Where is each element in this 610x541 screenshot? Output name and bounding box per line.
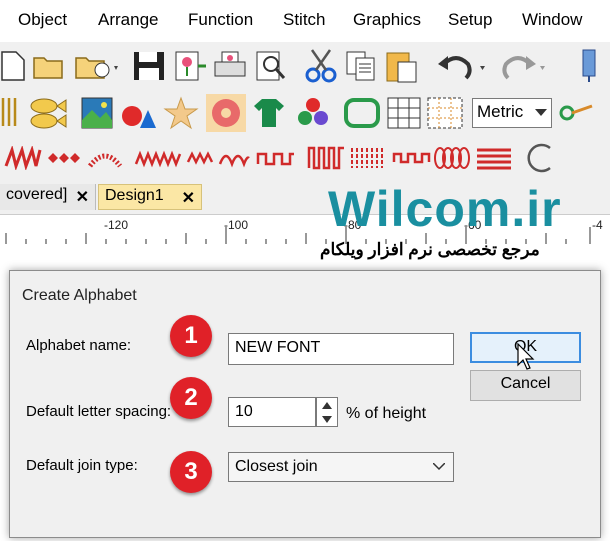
watermark-subtitle: مرجع تخصصی نرم افزار ویلکام	[320, 240, 540, 259]
join-type-label: Default join type:	[26, 457, 138, 474]
close-icon[interactable]: ✕	[76, 187, 89, 207]
tab-design1[interactable]: Design1 ✕	[98, 184, 202, 210]
annotation-badge-3: 3	[170, 451, 212, 493]
hoop-icon[interactable]	[342, 96, 382, 130]
fan-stitch-icon[interactable]	[86, 146, 124, 170]
menu-stitch[interactable]: Stitch	[283, 10, 326, 30]
cancel-button[interactable]: Cancel	[470, 370, 581, 401]
join-type-value: Closest join	[235, 458, 318, 475]
menu-setup[interactable]: Setup	[448, 10, 492, 30]
mouse-cursor-icon	[517, 343, 535, 370]
tshirt-icon[interactable]	[252, 96, 286, 130]
alphabet-name-label: Alphabet name:	[26, 337, 132, 354]
blanket-line-icon[interactable]	[256, 146, 296, 170]
alphabet-name-value: NEW FONT	[235, 339, 321, 356]
annotation-badge-1: 1	[170, 315, 212, 357]
spin-up-icon[interactable]	[322, 402, 332, 409]
export-machine-icon[interactable]	[172, 50, 208, 82]
fish-icon[interactable]	[26, 96, 68, 130]
menu-graphics[interactable]: Graphics	[353, 10, 421, 30]
letter-spacing-value: 10	[235, 403, 253, 420]
appliqué-icon[interactable]	[206, 94, 246, 132]
arc-icon[interactable]	[522, 140, 558, 176]
redo-icon[interactable]	[498, 50, 548, 82]
spin-down-icon[interactable]	[322, 416, 332, 423]
letter-spacing-unit: % of height	[346, 405, 427, 422]
print-preview-icon[interactable]	[254, 50, 288, 82]
tab-recovered-label: covered]	[6, 186, 68, 203]
save-icon[interactable]	[132, 50, 166, 82]
column-stitch-icon[interactable]	[306, 144, 346, 172]
grid-dotted-icon[interactable]	[426, 96, 464, 130]
chevron-down-icon	[535, 109, 547, 116]
colorways-icon[interactable]	[294, 96, 332, 130]
measure-icon[interactable]	[558, 98, 596, 128]
ruler-label: -4	[592, 218, 603, 232]
curve-line-icon[interactable]	[218, 146, 250, 170]
zigzag-line-icon[interactable]	[134, 146, 182, 170]
open-recent-icon[interactable]	[74, 52, 120, 80]
tab-recovered[interactable]: covered] ✕	[0, 184, 96, 210]
flower-icon[interactable]	[162, 96, 200, 130]
tab-design1-label: Design1	[105, 187, 164, 204]
stitch-toolbar	[0, 136, 610, 180]
alphabet-name-input[interactable]: NEW FONT	[228, 333, 454, 365]
paste-icon[interactable]	[384, 48, 420, 84]
new-document-icon[interactable]	[0, 50, 26, 82]
letter-spacing-label: Default letter spacing:	[26, 403, 172, 420]
grid-icon[interactable]	[386, 96, 422, 130]
tatami-stitch-icon[interactable]	[348, 144, 388, 172]
picture-icon[interactable]	[80, 96, 114, 130]
fork-icon[interactable]	[0, 96, 18, 130]
menu-window[interactable]: Window	[522, 10, 582, 30]
print-icon[interactable]	[212, 50, 248, 82]
units-select-value: Metric	[477, 102, 524, 121]
create-alphabet-dialog: Create Alphabet Alphabet name: NEW FONT …	[9, 270, 601, 538]
menu-arrange[interactable]: Arrange	[98, 10, 158, 30]
units-select[interactable]: Metric	[472, 98, 552, 128]
square-wave-icon[interactable]	[392, 146, 432, 170]
standard-toolbar	[0, 42, 610, 90]
watermark-logo: Wilcom.ir	[328, 181, 562, 237]
dialog-title: Create Alphabet	[22, 287, 137, 304]
chevron-down-icon	[433, 463, 445, 471]
menu-object[interactable]: Object	[18, 10, 67, 30]
letter-spacing-input[interactable]: 10	[228, 397, 316, 427]
loop-stitch-icon[interactable]	[432, 144, 472, 172]
menu-function[interactable]: Function	[188, 10, 253, 30]
undo-icon[interactable]	[436, 50, 486, 82]
wave-line-icon[interactable]	[186, 146, 216, 170]
ruler-label: -100	[224, 218, 249, 232]
copy-icon[interactable]	[344, 50, 378, 82]
design-toolbar: Metric	[0, 90, 610, 136]
ruler-label: -120	[104, 218, 129, 232]
menu-bar: Object Arrange Function Stitch Graphics …	[0, 0, 610, 42]
open-folder-icon[interactable]	[32, 52, 66, 80]
satin-stitch-icon[interactable]	[4, 146, 42, 170]
cut-icon[interactable]	[304, 48, 338, 84]
annotation-badge-2: 2	[170, 377, 212, 419]
sequence-icon[interactable]	[574, 48, 604, 84]
shapes-icon[interactable]	[120, 96, 158, 130]
fill-stitch-icon[interactable]	[474, 144, 514, 172]
join-type-select[interactable]: Closest join	[228, 452, 454, 482]
bead-stitch-icon[interactable]	[46, 146, 82, 170]
cancel-button-label: Cancel	[500, 375, 551, 392]
letter-spacing-spinner[interactable]	[316, 397, 338, 427]
close-icon[interactable]: ✕	[182, 188, 195, 208]
